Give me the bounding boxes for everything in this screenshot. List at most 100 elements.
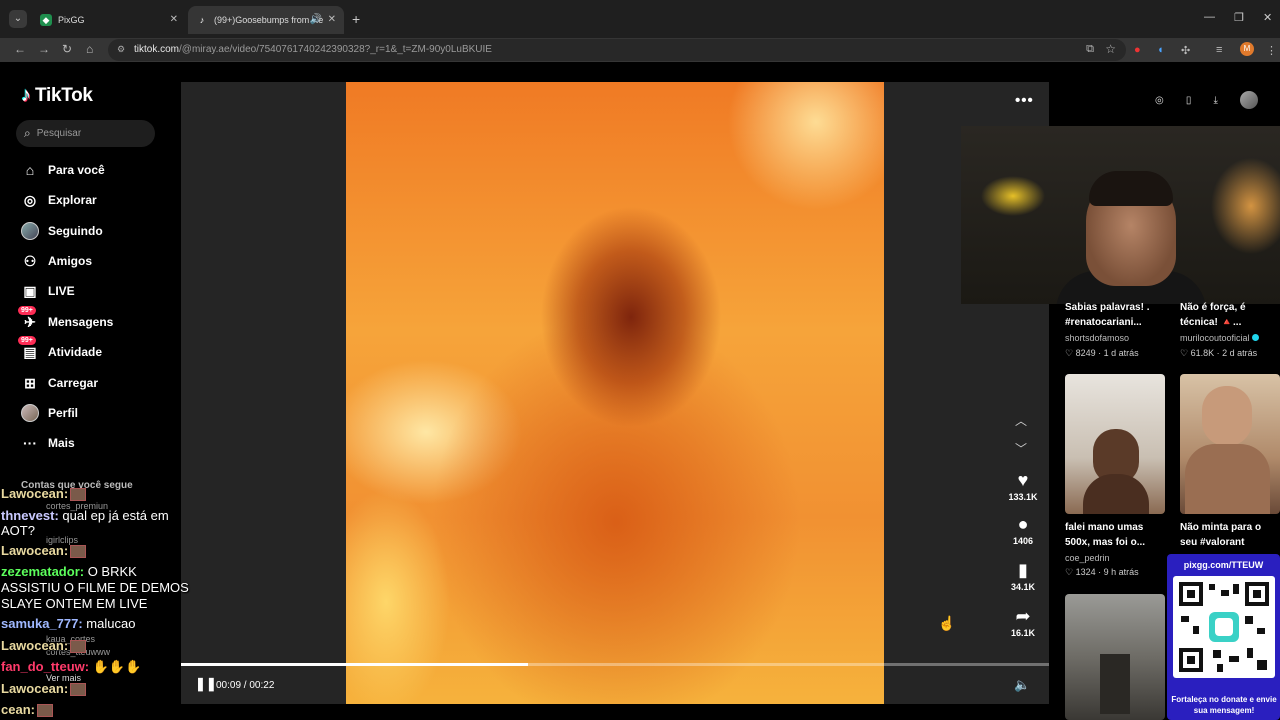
live-icon: ▣ [23,282,37,299]
heart-outline-icon: ♡ [1065,567,1074,577]
feed-stats: ♡ 1324 · 9 h atrás [1065,567,1139,577]
profile-avatar-icon [20,403,40,423]
bookmark-star-icon[interactable]: ☆ [1105,42,1116,56]
tab-close-icon[interactable]: ✕ [328,14,336,25]
feed-caption[interactable]: falei mano umas 500x, mas foi o... [1065,520,1170,550]
feed-thumbnail[interactable] [1180,374,1280,514]
chat-message-continued: SLAYE ONTEM EM LIVE [1,596,148,611]
tab-search-button[interactable]: ⌄ [9,10,27,28]
chat-message: cean: [1,702,53,718]
extension-blue-icon[interactable]: ◖ [1157,44,1164,56]
download-icon[interactable]: ⤓ [1213,95,1217,106]
minimize-icon[interactable]: — [1204,11,1215,23]
home-icon[interactable]: ⌂ [86,42,93,56]
qr-code-icon [1173,576,1275,678]
hand-cursor-icon: ☝ [938,615,956,631]
feed-caption[interactable]: Não minta para o seu #valorant [1180,520,1280,550]
emote-icon [70,488,87,502]
compass-icon: ◎ [23,191,37,208]
sidebar-item-mensagens[interactable]: ✈ 99+ Mensagens [18,306,114,332]
feed-thumbnail[interactable] [1065,594,1165,720]
sidebar-item-label: Mais [48,436,75,450]
friends-icon: ⚇ [23,252,37,269]
tiktok-favicon-icon: ♪ [199,15,205,25]
activity-badge: 99+ [18,336,36,345]
feed-author[interactable]: coe_pedrin [1065,553,1110,563]
reload-icon[interactable]: ↻ [62,42,72,56]
new-tab-button[interactable]: + [352,11,360,27]
comment-button[interactable]: ● 1406 [1004,514,1042,546]
browser-profile-avatar[interactable]: M [1240,42,1254,56]
sidebar-item-carregar[interactable]: ⊞ Carregar [20,373,98,393]
sidebar-item-amigos[interactable]: ⚇ Amigos [20,251,92,271]
feed-stats: ♡ 61.8K · 2 d atrás [1180,348,1258,358]
sidebar-item-atividade[interactable]: ▤ 99+ Atividade [18,336,103,362]
media-controls-icon[interactable]: ≡ [1216,44,1222,56]
feed-author[interactable]: murilocoutooficial [1180,333,1259,343]
sidebar-item-perfil[interactable]: Perfil [20,403,78,423]
emote-icon [70,545,87,559]
browser-menu-icon[interactable]: ⋮ [1266,44,1277,57]
mobile-app-icon[interactable]: ▯ [1186,95,1192,106]
chat-message: Lawocean: [1,681,87,697]
sidebar-item-mais[interactable]: ··· Mais [20,433,75,453]
previous-video-icon[interactable]: ︿ [1015,412,1027,429]
share-count: 16.1K [1010,628,1036,638]
sidebar-item-live[interactable]: ▣ LIVE [20,281,74,301]
sidebar-item-label: Atividade [48,345,103,359]
tab-title: PixGG [58,15,85,25]
extensions-puzzle-icon[interactable]: ✣ [1181,44,1190,57]
tab-close-icon[interactable]: ✕ [170,14,178,25]
next-video-icon[interactable]: ﹀ [1015,440,1027,457]
upload-icon: ⊞ [24,374,36,391]
extension-red-icon[interactable]: ● [1134,44,1141,56]
feed-stats: ♡ 8249 · 1 d atrás [1065,348,1139,358]
feed-caption[interactable]: Não é força, é técnica! 🔺... [1180,300,1280,330]
user-avatar[interactable] [1240,91,1258,109]
search-box[interactable]: ⌕ [16,120,155,147]
close-window-icon[interactable]: ✕ [1263,11,1272,24]
sidebar-item-explorar[interactable]: ◎ Explorar [20,190,97,210]
like-button[interactable]: ♥ 133.1K [1004,470,1042,502]
sidebar-item-label: Mensagens [48,315,114,329]
site-info-icon[interactable]: ⚙ [117,44,125,55]
volume-icon[interactable]: 🔈 [1014,677,1030,693]
tab-tiktok[interactable]: ♪ (99+)Goosebumps from Re 🔊 ✕ [188,6,344,34]
chat-message: Lawocean: [1,543,87,559]
video-progress-bar[interactable] [181,663,1049,666]
donation-qr-panel: pixgg.com/TTEUW Fortaleça no donate e en… [1167,554,1280,720]
search-input[interactable] [36,128,137,139]
address-bar[interactable]: ⚙ tiktok.com/@miray.ae/video/75407617402… [108,39,1126,61]
chat-message: Lawocean: [1,638,87,654]
sidebar-item-label: Para você [48,163,105,177]
install-app-icon[interactable]: ⧉ [1086,43,1094,56]
pause-icon[interactable]: ❚❚ [195,676,217,692]
heart-icon: ♥ [1017,470,1029,490]
tab-title: (99+)Goosebumps from Re [214,15,324,25]
tab-pixgg[interactable]: ◆ PixGG ✕ [32,6,186,34]
like-count: 133.1K [1008,492,1038,502]
restore-icon[interactable]: ❐ [1234,11,1244,24]
chat-message: samuka_777: malucao [1,616,136,631]
forward-icon[interactable]: → [38,42,50,56]
tab-audio-icon[interactable]: 🔊 [310,14,322,25]
video-progress-fill [181,663,529,666]
tiktok-logo[interactable]: ♪ TikTok [21,84,93,107]
feed-author[interactable]: shortsdofamoso [1065,333,1129,343]
header-actions: ◎ ▯ ⤓ [1155,88,1258,112]
coins-icon[interactable]: ◎ [1155,95,1164,106]
more-options-icon[interactable]: ••• [1015,92,1034,109]
save-button[interactable]: ▮ 34.1K [1004,560,1042,592]
feed-caption[interactable]: Sabias palavras! . #renatocariani... [1065,300,1170,330]
browser-toolbar: ← → ↻ ⌂ ⚙ tiktok.com/@miray.ae/video/754… [0,38,1280,62]
pixgg-favicon-icon: ◆ [40,14,52,26]
sidebar-item-label: Amigos [48,254,93,268]
sidebar-item-para-voce[interactable]: ⌂ Para você [20,160,105,180]
feed-thumbnail[interactable] [1065,374,1165,514]
back-icon[interactable]: ← [14,42,26,56]
sidebar-item-seguindo[interactable]: Seguindo [20,221,103,241]
video-player[interactable] [346,82,884,704]
chat-message-continued: AOT? [1,523,35,538]
bookmark-icon: ▮ [1018,560,1028,580]
share-button[interactable]: ➦ 16.1K [1004,606,1042,638]
